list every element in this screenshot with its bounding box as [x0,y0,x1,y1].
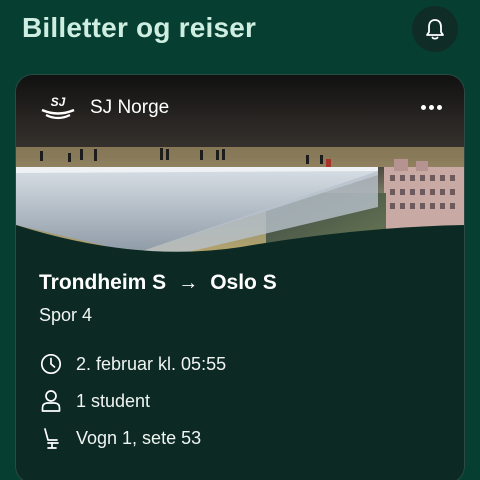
operator-header: SJ SJ Norge [40,93,169,123]
departure-time-row: 2. februar kl. 05:55 [40,352,226,376]
more-horizontal-icon-dot [436,104,442,110]
route-origin: Trondheim S [39,271,167,294]
app-screen: Billetter og reiser SJ SJ Norge Trondhei… [0,0,480,480]
more-horizontal-icon-dot [428,104,434,110]
notifications-button[interactable] [412,6,458,52]
person-icon [41,390,61,412]
clock-icon [40,353,62,375]
route-destination: Oslo S [210,271,277,294]
seat-info: Vogn 1, sete 53 [76,427,202,448]
page-title: Billetter og reiser [22,12,257,43]
departure-time: 2. februar kl. 05:55 [76,353,227,374]
ticket-card[interactable]: SJ SJ Norge Trondheim S → Oslo S Spor 4 [15,74,465,480]
route: Trondheim S → Oslo S [39,271,277,295]
bell-icon [426,19,444,40]
route-arrow: → [178,271,199,294]
svg-text:SJ: SJ [51,95,66,109]
sj-logo: SJ [41,95,75,120]
seat-icon [44,428,59,449]
passenger-count: 1 student [76,390,151,411]
seat-row: Vogn 1, sete 53 [40,426,201,450]
passenger-row: 1 student [40,389,150,413]
track-info: Spor 4 [39,305,93,325]
more-horizontal-icon-dot [420,104,426,110]
operator-name: SJ Norge [90,97,170,118]
more-options-button[interactable] [416,95,446,119]
